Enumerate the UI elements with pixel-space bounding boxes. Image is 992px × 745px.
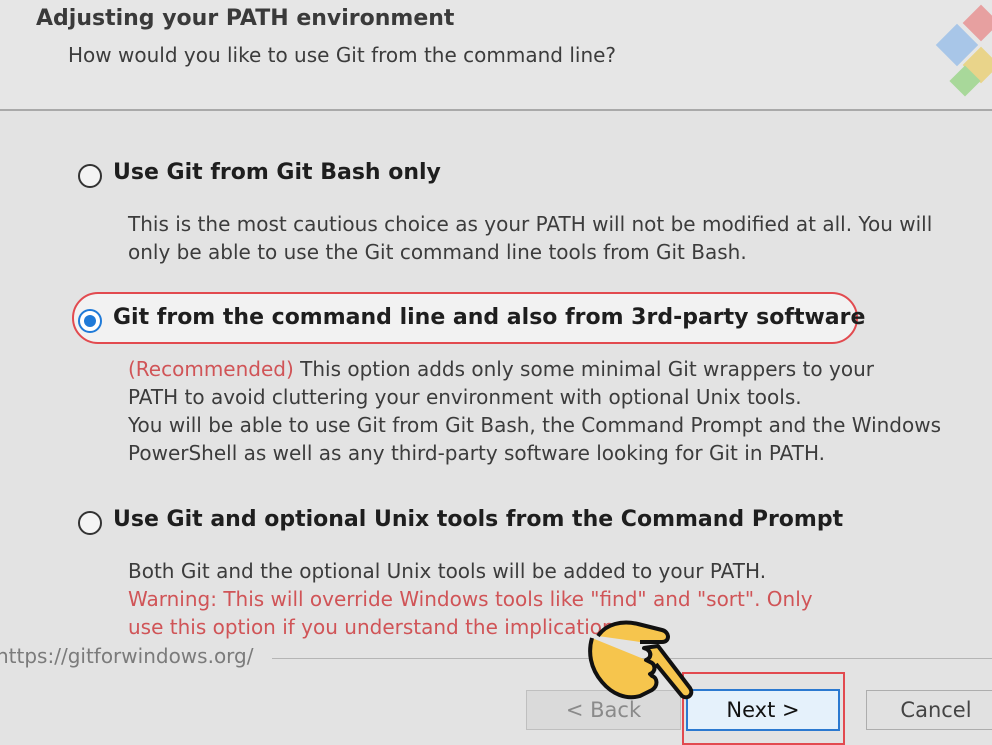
pointing-hand-icon xyxy=(588,620,694,700)
description-line: PATH to avoid cluttering your environmen… xyxy=(128,385,802,409)
option-description: Both Git and the optional Unix tools wil… xyxy=(128,557,813,641)
description-line: This is the most cautious choice as your… xyxy=(128,212,933,236)
git-logo-icon xyxy=(935,4,992,97)
description-line: You will be able to use Git from Git Bas… xyxy=(128,413,942,437)
recommended-tag: (Recommended) xyxy=(128,357,294,381)
header-divider xyxy=(0,109,992,111)
option-description: (Recommended) This option adds only some… xyxy=(128,355,941,467)
radio-git-bash-only[interactable] xyxy=(78,164,102,188)
page-subtitle: How would you like to use Git from the c… xyxy=(68,43,617,67)
option-label[interactable]: Use Git and optional Unix tools from the… xyxy=(113,507,843,532)
warning-line: Warning: This will override Windows tool… xyxy=(128,587,813,611)
website-link[interactable]: https://gitforwindows.org/ xyxy=(0,644,253,668)
option-label[interactable]: Use Git from Git Bash only xyxy=(113,160,441,185)
page-title: Adjusting your PATH environment xyxy=(36,6,455,31)
next-button[interactable]: Next > xyxy=(686,689,840,731)
radio-command-line-and-3rd-party[interactable] xyxy=(78,309,102,333)
radio-git-and-unix-tools[interactable] xyxy=(78,511,102,535)
description-line: only be able to use the Git command line… xyxy=(128,240,747,264)
warning-line: use this option if you understand the im… xyxy=(128,615,632,639)
description-line: Both Git and the optional Unix tools wil… xyxy=(128,559,767,583)
description-line: PowerShell as well as any third-party so… xyxy=(128,441,826,465)
description-line: (Recommended) This option adds only some… xyxy=(128,355,941,383)
description-text: This option adds only some minimal Git w… xyxy=(293,357,874,381)
cancel-button[interactable]: Cancel xyxy=(866,690,992,730)
option-label[interactable]: Git from the command line and also from … xyxy=(113,305,865,330)
wizard-header: Adjusting your PATH environment How woul… xyxy=(0,0,992,110)
option-description: This is the most cautious choice as your… xyxy=(128,210,932,266)
